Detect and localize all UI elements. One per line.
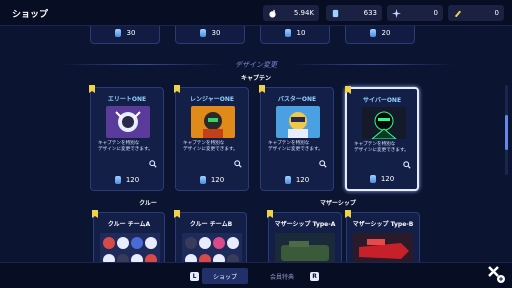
section-title: デザイン変更 [235,61,277,69]
r-button-hint: R [310,272,319,281]
flag-icon [92,210,98,218]
coin-icon [199,176,206,184]
flag-icon [345,210,351,218]
card-name: クルー チームA [107,221,151,228]
prev-item-card[interactable]: 20 [345,26,415,44]
coin-icon [114,28,121,37]
card-description: キャプテンを特別な デザインに変更できます。 [354,142,409,153]
coin-icon [199,28,206,37]
shop-content[interactable]: 30 30 10 20 デザイン変更 キャプテン エリートONE キャプテンを特… [0,26,512,262]
price-label: 120 [261,176,333,184]
bomb-currency-counter: 5.94K [263,5,319,21]
card-name: エリートONE [107,96,147,103]
captain-card-elite[interactable]: エリートONE キャプテンを特別な デザインに変更できます。 120 [89,85,164,191]
coin-icon [114,176,121,184]
zoom-icon[interactable] [403,161,411,169]
gem-icon [332,9,339,17]
sparkle-icon [392,8,401,18]
page-title: ショップ [12,10,49,20]
zoom-icon[interactable] [319,160,327,168]
mothership-card-type-a[interactable]: マザーシップ Type-A [267,210,342,262]
l-button-hint: L [190,272,199,281]
prev-item-card[interactable]: 30 [175,26,245,44]
key-currency-counter: 0 [448,5,504,21]
scrollbar-thumb[interactable] [505,115,508,150]
flag-icon [174,210,180,218]
crew-group-label: クルー [139,200,157,207]
flag-icon [267,210,273,218]
captain-thumbnail [362,107,406,139]
mothership-group-label: マザーシップ [320,200,356,207]
flag-icon [345,86,351,94]
close-icon[interactable] [486,264,506,284]
coin-icon [369,28,376,37]
crew-thumbnail [100,233,160,262]
mothership-thumbnail [275,233,335,262]
flag-icon [89,85,95,93]
price-label: 120 [176,176,248,184]
bomb-icon [269,9,276,18]
sparkle-currency-value: 0 [433,9,438,17]
key-currency-value: 0 [494,9,499,17]
key-icon [454,10,462,17]
flag-icon [174,85,180,93]
crew-card-team-b[interactable]: クルー チームB [174,210,247,262]
divider [290,64,455,65]
mothership-thumbnail [353,233,413,262]
coin-icon [284,28,291,37]
divider [60,64,225,65]
coin-icon [369,175,376,183]
bottom-bar: L ショップ 会員特典 R [0,262,512,288]
prev-item-card[interactable]: 10 [260,26,330,44]
card-description: キャプテンを特別な デザインに変更できます。 [98,141,153,152]
card-name: バスターONE [277,96,317,103]
captain-thumbnail [191,106,235,138]
price-label: 120 [347,175,417,183]
crew-thumbnail [182,233,242,262]
top-bar: ショップ 5.94K 633 0 0 [0,0,512,26]
tab-membership[interactable]: 会員特典 [254,268,310,284]
captain-thumbnail [276,106,320,138]
gem-currency-value: 633 [363,9,377,17]
card-name: マザーシップ Type-B [352,221,414,228]
flag-icon [259,85,265,93]
zoom-icon[interactable] [234,160,242,168]
zoom-icon[interactable] [149,160,157,168]
mothership-card-type-b[interactable]: マザーシップ Type-B [345,210,420,262]
sparkle-currency-counter: 0 [387,5,443,21]
prev-item-card[interactable]: 30 [90,26,160,44]
card-description: キャプテンを特別な デザインに変更できます。 [268,141,323,152]
bomb-currency-value: 5.94K [293,9,314,17]
card-description: キャプテンを特別な デザインに変更できます。 [183,141,238,152]
card-name: マザーシップ Type-A [274,221,336,228]
tab-shop[interactable]: ショップ [202,268,248,284]
price-label: 120 [91,176,163,184]
crew-card-team-a[interactable]: クルー チームA [92,210,165,262]
card-name: サイバーONE [362,97,402,104]
card-name: クルー チームB [189,221,233,228]
captain-group-label: キャプテン [240,75,271,82]
captain-thumbnail [106,106,150,138]
captain-card-cyber[interactable]: サイバーONE キャプテンを特別な デザインに変更できます。 120 [345,86,419,191]
coin-icon [284,176,291,184]
gem-currency-counter: 633 [326,5,382,21]
captain-card-ranger[interactable]: レンジャーONE キャプテンを特別な デザインに変更できます。 120 [174,85,249,191]
captain-card-buster[interactable]: バスターONE キャプテンを特別な デザインに変更できます。 120 [259,85,334,191]
card-name: レンジャーONE [190,96,234,103]
